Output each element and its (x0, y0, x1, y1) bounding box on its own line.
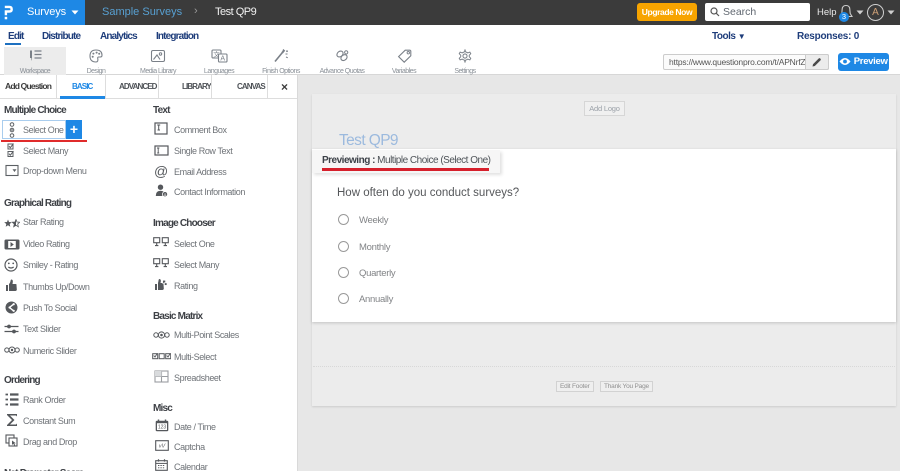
svg-text:A: A (220, 56, 225, 63)
svg-text:vV: vV (159, 444, 167, 450)
svg-text:123: 123 (158, 425, 167, 431)
